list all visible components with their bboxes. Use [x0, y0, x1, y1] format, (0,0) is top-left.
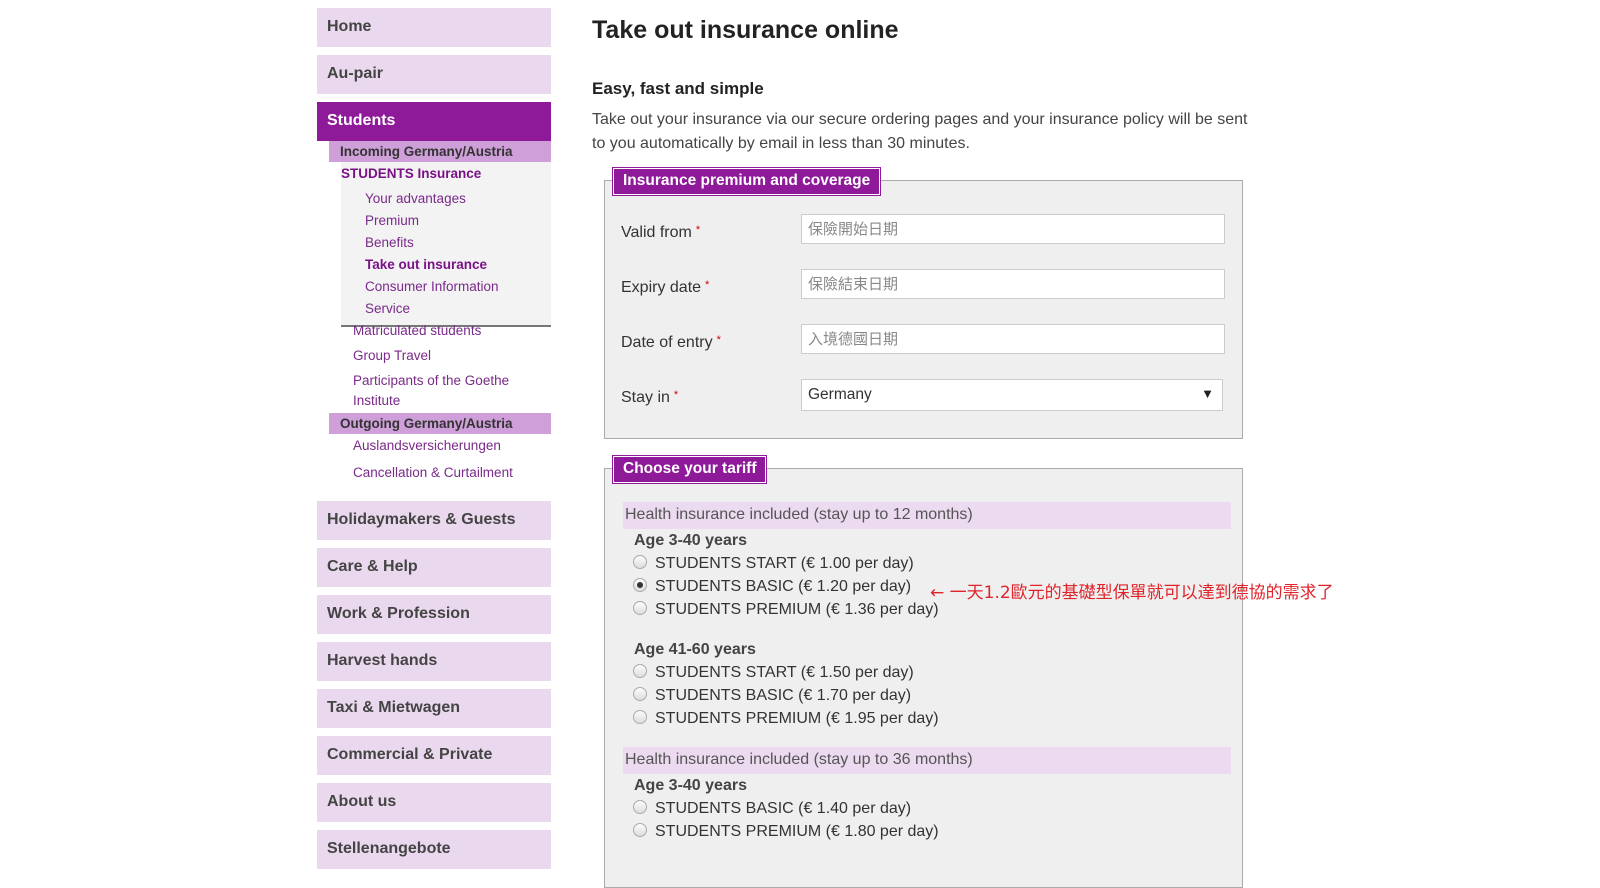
nav-students[interactable]: Students [317, 102, 551, 141]
link-premium[interactable]: Premium [365, 213, 419, 228]
main-content: Take out insurance online Easy, fast and… [592, 0, 1592, 888]
students-insurance-link[interactable]: STUDENTS Insurance [341, 166, 481, 181]
expiry-date-label: Expiry date [621, 279, 702, 296]
link-your-advantages[interactable]: Your advantages [365, 191, 466, 206]
stay-in-value: Germany [808, 386, 872, 403]
link-matriculated-students[interactable]: Matriculated students [353, 321, 543, 341]
nav-commercial-private[interactable]: Commercial & Private [317, 736, 551, 775]
link-service[interactable]: Service [365, 301, 410, 316]
students-submenu: Incoming Germany/Austria STUDENTS Insura… [317, 141, 551, 489]
link-cancellation-curtailment[interactable]: Cancellation & Curtailment [353, 463, 543, 483]
dropdown-arrow-icon: ▼ [1201, 386, 1214, 401]
tariff-legend: Choose your tariff [613, 456, 767, 483]
nav-taxi-mietwagen[interactable]: Taxi & Mietwagen [317, 689, 551, 728]
tariff-option[interactable]: STUDENTS BASIC (€ 1.40 per day) [633, 800, 911, 818]
expiry-date-input[interactable] [801, 269, 1225, 299]
annotation-note: ← 一天1.2歐元的基礎型保單就可以達到德協的需求了 [930, 583, 1334, 603]
radio-button[interactable] [633, 664, 647, 678]
nav-care-help[interactable]: Care & Help [317, 548, 551, 587]
tariff-option-label: STUDENTS PREMIUM (€ 1.80 per day) [655, 823, 939, 840]
date-of-entry-label: Date of entry [621, 334, 713, 351]
nav-about-us[interactable]: About us [317, 783, 551, 822]
page-subtitle: Easy, fast and simple [592, 79, 764, 98]
nav-harvest-hands[interactable]: Harvest hands [317, 642, 551, 681]
group-header-36-months: Health insurance included (stay up to 36… [623, 747, 1231, 774]
incoming-header[interactable]: Incoming Germany/Austria [329, 141, 551, 162]
radio-button[interactable] [633, 687, 647, 701]
tariff-option-label: STUDENTS START (€ 1.00 per day) [655, 555, 914, 572]
link-consumer-information[interactable]: Consumer Information [365, 279, 499, 294]
stay-in-select[interactable]: Germany ▼ [801, 379, 1223, 411]
link-group-travel[interactable]: Group Travel [353, 346, 543, 366]
age-title: Age 41-60 years [634, 641, 756, 658]
radio-button[interactable] [633, 601, 647, 615]
tariff-option-selected[interactable]: STUDENTS BASIC (€ 1.20 per day) [633, 578, 911, 596]
tariff-option[interactable]: STUDENTS PREMIUM (€ 1.80 per day) [633, 823, 939, 841]
nav-stellenangebote[interactable]: Stellenangebote [317, 830, 551, 869]
nav-au-pair[interactable]: Au-pair [317, 55, 551, 94]
stay-in-row: Stay in * Germany ▼ [621, 379, 1231, 411]
radio-button[interactable] [633, 823, 647, 837]
radio-button[interactable] [633, 555, 647, 569]
outgoing-header[interactable]: Outgoing Germany/Austria [329, 413, 551, 434]
link-auslandsversicherungen[interactable]: Auslandsversicherungen [353, 436, 543, 456]
tariff-option-label: STUDENTS PREMIUM (€ 1.95 per day) [655, 710, 939, 727]
sidebar: Home Au-pair Students Incoming Germany/A… [317, 8, 551, 877]
tariff-option-label: STUDENTS BASIC (€ 1.40 per day) [655, 800, 912, 817]
required-mark: * [673, 389, 679, 401]
required-mark: * [705, 279, 710, 291]
tariff-fieldset: Choose your tariff Health insurance incl… [604, 456, 1243, 888]
age-title: Age 3-40 years [634, 532, 747, 549]
group-header-12-months: Health insurance included (stay up to 12… [623, 502, 1231, 529]
tariff-option[interactable]: STUDENTS START (€ 1.00 per day) [633, 555, 914, 573]
coverage-legend: Insurance premium and coverage [613, 168, 881, 195]
tariff-option-label: STUDENTS PREMIUM (€ 1.36 per day) [655, 601, 939, 618]
tariff-option[interactable]: STUDENTS PREMIUM (€ 1.95 per day) [633, 710, 939, 728]
expiry-date-row: Expiry date * [621, 269, 1231, 301]
required-mark: * [695, 224, 701, 236]
tariff-option[interactable]: STUDENTS BASIC (€ 1.70 per day) [633, 687, 911, 705]
required-mark: * [716, 334, 721, 346]
tariff-option-label: STUDENTS START (€ 1.50 per day) [655, 664, 914, 681]
nav-work-profession[interactable]: Work & Profession [317, 595, 551, 634]
nav-holidaymakers-guests[interactable]: Holidaymakers & Guests [317, 501, 551, 540]
coverage-fieldset: Insurance premium and coverage Valid fro… [604, 168, 1243, 439]
date-of-entry-row: Date of entry * [621, 324, 1231, 356]
valid-from-input[interactable] [801, 214, 1225, 244]
valid-from-label: Valid from [621, 224, 692, 241]
valid-from-row: Valid from * [621, 214, 1231, 246]
link-goethe-institute[interactable]: Participants of the Goethe Institute [353, 371, 543, 411]
tariff-option[interactable]: STUDENTS START (€ 1.50 per day) [633, 664, 914, 682]
intro-text: Take out your insurance via our secure o… [592, 111, 1248, 152]
tariff-option[interactable]: STUDENTS PREMIUM (€ 1.36 per day) [633, 601, 939, 619]
date-of-entry-input[interactable] [801, 324, 1225, 354]
link-take-out-insurance[interactable]: Take out insurance [365, 257, 487, 272]
page-title: Take out insurance online [592, 16, 899, 44]
stay-in-label: Stay in [621, 389, 670, 406]
age-title: Age 3-40 years [634, 777, 747, 794]
radio-button[interactable] [633, 800, 647, 814]
nav-home[interactable]: Home [317, 8, 551, 47]
radio-button-checked[interactable] [633, 578, 647, 592]
link-benefits[interactable]: Benefits [365, 235, 414, 250]
tariff-option-label: STUDENTS BASIC (€ 1.70 per day) [655, 687, 912, 704]
radio-button[interactable] [633, 710, 647, 724]
tariff-option-label: STUDENTS BASIC (€ 1.20 per day) [655, 578, 912, 595]
